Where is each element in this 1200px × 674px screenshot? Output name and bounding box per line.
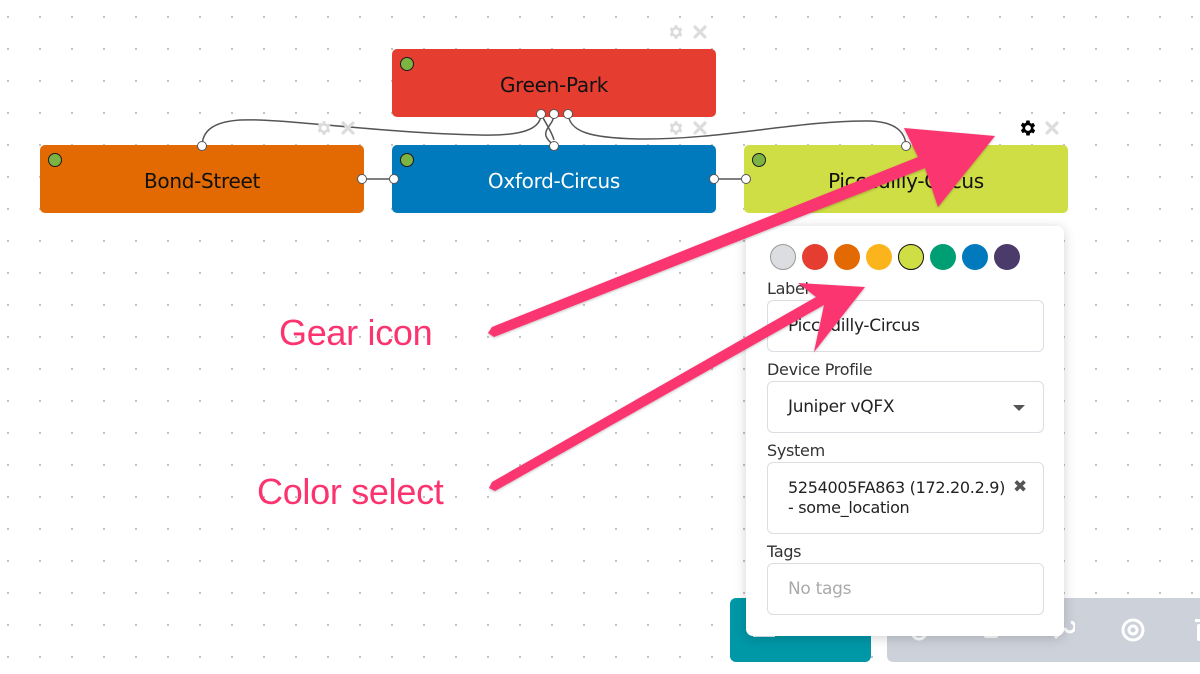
label-field-title: Label [767, 279, 809, 298]
gear-icon[interactable] [1018, 118, 1038, 138]
tags-placeholder: No tags [788, 579, 852, 599]
close-icon[interactable] [690, 22, 710, 42]
node-label: Bond-Street [143, 169, 261, 193]
port[interactable] [357, 174, 367, 184]
close-icon[interactable] [1042, 118, 1062, 138]
status-indicator [400, 153, 414, 167]
node-label: Green-Park [499, 73, 608, 97]
port[interactable] [549, 109, 559, 119]
gear-annotation-label: Gear icon [279, 312, 433, 353]
port[interactable] [901, 141, 911, 151]
clear-icon[interactable]: ✖ [1013, 477, 1027, 497]
label-field [767, 300, 1044, 352]
color-swatch-grey[interactable] [770, 244, 796, 270]
color-swatch-orange[interactable] [834, 244, 860, 270]
node-label: Piccadilly-Circus [828, 169, 984, 193]
node-bond-street[interactable]: Bond-Street [40, 145, 364, 213]
port[interactable] [563, 109, 573, 119]
gear-icon[interactable] [666, 22, 686, 42]
system-value: 5254005FA863 (172.20.2.9) - some_locatio… [788, 478, 1006, 517]
system-select[interactable]: 5254005FA863 (172.20.2.9) - some_locatio… [767, 462, 1044, 534]
system-title: System [767, 441, 825, 460]
node-piccadilly-circus[interactable]: Piccadilly-Circus [744, 145, 1068, 213]
color-swatch-lime[interactable] [898, 244, 924, 270]
status-indicator [48, 153, 62, 167]
color-swatch-green[interactable] [930, 244, 956, 270]
port[interactable] [741, 174, 751, 184]
color-swatch-blue[interactable] [962, 244, 988, 270]
port[interactable] [536, 109, 546, 119]
node-tools-oxford-circus [666, 118, 710, 138]
tags-title: Tags [767, 542, 802, 561]
color-annotation-label: Color select [257, 471, 444, 512]
device-profile-value: Juniper vQFX [788, 397, 895, 417]
status-indicator [752, 153, 766, 167]
close-icon[interactable] [338, 118, 358, 138]
trash-icon[interactable] [1183, 610, 1200, 650]
status-indicator [400, 57, 414, 71]
node-tools-piccadilly-circus [1018, 118, 1062, 138]
tags-input[interactable]: No tags [767, 563, 1044, 615]
color-swatch-yellow[interactable] [866, 244, 892, 270]
color-swatch-purple[interactable] [994, 244, 1020, 270]
port[interactable] [389, 174, 399, 184]
label-input[interactable] [788, 316, 1023, 336]
target-icon[interactable] [1113, 610, 1153, 650]
color-swatch-red[interactable] [802, 244, 828, 270]
gear-icon[interactable] [314, 118, 334, 138]
gear-icon[interactable] [666, 118, 686, 138]
node-oxford-circus[interactable]: Oxford-Circus [392, 145, 716, 213]
node-label: Oxford-Circus [487, 169, 621, 193]
port[interactable] [709, 174, 719, 184]
node-settings-popup: Label Device Profile Juniper vQFX System… [746, 226, 1064, 636]
node-tools-bond-street [314, 118, 358, 138]
close-icon[interactable] [690, 118, 710, 138]
port[interactable] [197, 141, 207, 151]
node-green-park[interactable]: Green-Park [392, 49, 716, 117]
device-profile-select[interactable]: Juniper vQFX [767, 381, 1044, 433]
caret-down-icon [1013, 405, 1025, 411]
port[interactable] [549, 141, 559, 151]
node-tools-green-park [666, 22, 710, 42]
device-profile-title: Device Profile [767, 360, 873, 379]
color-select [770, 244, 1044, 270]
